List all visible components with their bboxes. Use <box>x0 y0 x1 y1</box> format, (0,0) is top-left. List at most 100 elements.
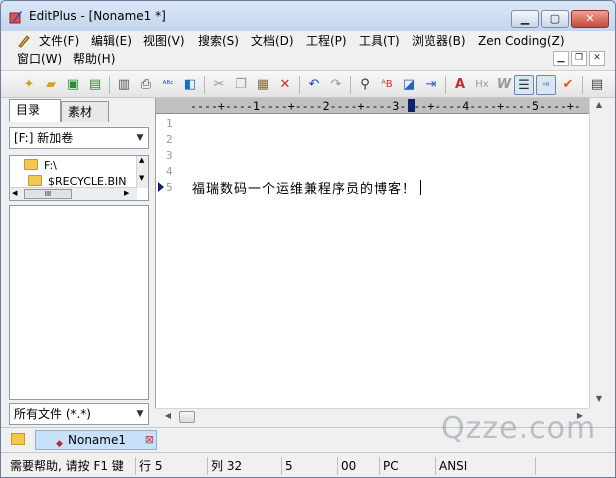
toolbar-separator <box>109 76 110 94</box>
folder-icon <box>28 175 42 186</box>
copy-icon[interactable]: ❐ <box>231 75 251 95</box>
delete-icon[interactable]: ✕ <box>275 75 295 95</box>
new-file-icon[interactable]: ✦ <box>19 75 39 95</box>
text-caret <box>420 180 422 195</box>
scroll-down-arrow-icon[interactable]: ▼ <box>592 394 606 403</box>
check-icon[interactable]: ✔ <box>558 75 578 95</box>
goto-icon[interactable]: ⇥ <box>421 75 441 95</box>
pencil-icon <box>18 35 30 48</box>
replace-icon[interactable]: ᴬB <box>377 75 397 95</box>
window-title: EditPlus - [Noname1 *] <box>29 9 166 23</box>
scroll-left-arrow-icon[interactable]: ◀ <box>12 189 17 197</box>
toolbar-separator <box>204 76 205 94</box>
font-icon[interactable]: A <box>450 75 470 95</box>
scroll-up-arrow-icon[interactable]: ▲ <box>139 156 144 164</box>
menu-edit[interactable]: 编辑(E) <box>89 32 134 50</box>
menu-file[interactable]: 文件(F) <box>37 32 81 50</box>
browser-icon[interactable]: ◧ <box>180 75 200 95</box>
chevron-down-icon[interactable]: ▼ <box>132 404 148 424</box>
find-in-files-icon[interactable]: ◪ <box>399 75 419 95</box>
status-bar: 需要帮助, 请按 F1 键 行 5 列 32 5 00 PC ANSI <box>1 452 615 477</box>
cut-icon[interactable]: ✂ <box>209 75 229 95</box>
mdi-restore-button[interactable]: ❐ <box>571 51 587 66</box>
minimize-button[interactable]: ▁ <box>511 10 539 28</box>
menu-window[interactable]: 窗口(W) <box>15 50 64 68</box>
open-icon[interactable]: ▰ <box>41 75 61 95</box>
tab-clips[interactable]: 素材 <box>61 101 109 122</box>
maximize-button[interactable]: ▢ <box>541 10 569 28</box>
ruler: ----+----1----+----2----+----3----+----4… <box>156 98 590 114</box>
file-filter-value: 所有文件 (*.*) <box>14 407 91 421</box>
menu-project[interactable]: 工程(P) <box>304 32 349 50</box>
menu-zen-coding[interactable]: Zen Coding(Z) <box>476 32 567 50</box>
tab-directory-label: 目录 <box>16 103 41 117</box>
save-all-icon[interactable]: ▤ <box>85 75 105 95</box>
toolbar-separator <box>299 76 300 94</box>
hex-icon[interactable]: Hx <box>472 75 492 95</box>
find-icon[interactable]: ⚲ <box>355 75 375 95</box>
scroll-down-arrow-icon[interactable]: ▼ <box>139 174 144 182</box>
current-line-marker-icon <box>158 182 164 192</box>
minimize-icon: ▁ <box>520 12 530 25</box>
menu-help[interactable]: 帮助(H) <box>71 50 117 68</box>
tree-vertical-scrollbar[interactable]: ▲ ▼ <box>136 156 148 188</box>
document-tab-noname1[interactable]: ◆ Noname1 ⊠ <box>35 430 157 450</box>
watermark: Qzze.com <box>441 411 597 446</box>
code-line-text: 福瑞数码一个运维兼程序员的博客！ <box>192 182 417 197</box>
spellcheck-icon[interactable]: ᴬᴮᶜ <box>158 75 178 95</box>
word-wrap-icon[interactable]: W <box>494 75 514 95</box>
close-icon: ✕ <box>585 12 595 25</box>
scroll-up-arrow-icon[interactable]: ▲ <box>592 100 606 109</box>
editor-vertical-scrollbar[interactable]: ▲ ▼ <box>589 98 607 408</box>
mdi-close-button[interactable]: ✕ <box>589 51 605 66</box>
paste-icon[interactable]: ▦ <box>253 75 273 95</box>
status-encoding: ANSI <box>435 457 535 475</box>
line-number: 3 <box>166 149 173 162</box>
maximize-icon: ▢ <box>549 12 561 25</box>
print-preview-icon[interactable]: ▥ <box>114 75 134 95</box>
status-char-code: 00 <box>337 457 379 475</box>
toolbar: ✦ ▰ ▣ ▤ ▥ ⎙ ᴬᴮᶜ ◧ ✂ ❐ ▦ ✕ ↶ ↷ ⚲ ᴬB ◪ ⇥ A… <box>1 70 615 98</box>
redo-icon[interactable]: ↷ <box>326 75 346 95</box>
tree-scroll-thumb[interactable]: III <box>24 189 72 199</box>
tree-horizontal-scrollbar[interactable]: ◀ III ▶ <box>10 187 137 200</box>
folder-tree[interactable]: F:\ $RECYCLE.BIN ▲ ▼ ◀ III ▶ <box>9 155 149 201</box>
tab-directory[interactable]: 目录 <box>9 99 61 122</box>
file-list[interactable] <box>9 205 149 400</box>
chevron-down-icon[interactable]: ▼ <box>132 128 148 148</box>
menu-view[interactable]: 视图(V) <box>141 32 187 50</box>
undo-icon[interactable]: ↶ <box>304 75 324 95</box>
modified-indicator-icon: ◆ <box>56 439 63 449</box>
close-button[interactable]: ✕ <box>571 10 609 28</box>
tab-clips-label: 素材 <box>68 105 93 119</box>
ruler-icon[interactable]: ᴬᴮ <box>536 75 556 95</box>
tab-close-icon[interactable]: ⊠ <box>145 431 154 449</box>
line-number-icon[interactable]: ☰ <box>514 75 534 95</box>
folder-open-icon <box>24 159 38 170</box>
save-icon[interactable]: ▣ <box>63 75 83 95</box>
document-tab-label: Noname1 <box>68 433 126 447</box>
options-icon[interactable]: ▤ <box>587 75 607 95</box>
menu-document[interactable]: 文档(D) <box>249 32 296 50</box>
status-column: 列 32 <box>207 457 281 475</box>
folder-icon[interactable] <box>11 433 25 445</box>
line-number: 1 <box>166 117 173 130</box>
mdi-minimize-button[interactable]: ▁ <box>553 51 569 66</box>
ruler-cursor-marker <box>408 99 415 112</box>
title-bar[interactable]: EditPlus - [Noname1 *] ▁ ▢ ✕ <box>1 1 615 31</box>
menu-search[interactable]: 搜索(S) <box>196 32 241 50</box>
horizontal-scroll-thumb[interactable] <box>179 411 195 423</box>
code-line[interactable]: 福瑞数码一个运维兼程序员的博客！ <box>192 178 422 197</box>
drive-select[interactable]: [F:] 新加卷 ▼ <box>9 127 149 149</box>
scroll-right-arrow-icon[interactable]: ▶ <box>124 189 129 197</box>
drive-select-value: [F:] 新加卷 <box>14 131 74 145</box>
file-filter-select[interactable]: 所有文件 (*.*) ▼ <box>9 403 149 425</box>
print-icon[interactable]: ⎙ <box>136 75 156 95</box>
menu-tools[interactable]: 工具(T) <box>357 32 402 50</box>
editor-area[interactable]: ----+----1----+----2----+----3----+----4… <box>155 98 590 408</box>
menu-browser[interactable]: 浏览器(B) <box>410 32 468 50</box>
status-selection: 5 <box>281 457 337 475</box>
toolbar-separator <box>445 76 446 94</box>
tree-item[interactable]: F:\ <box>24 158 57 174</box>
scroll-left-arrow-icon[interactable]: ◀ <box>161 411 175 420</box>
